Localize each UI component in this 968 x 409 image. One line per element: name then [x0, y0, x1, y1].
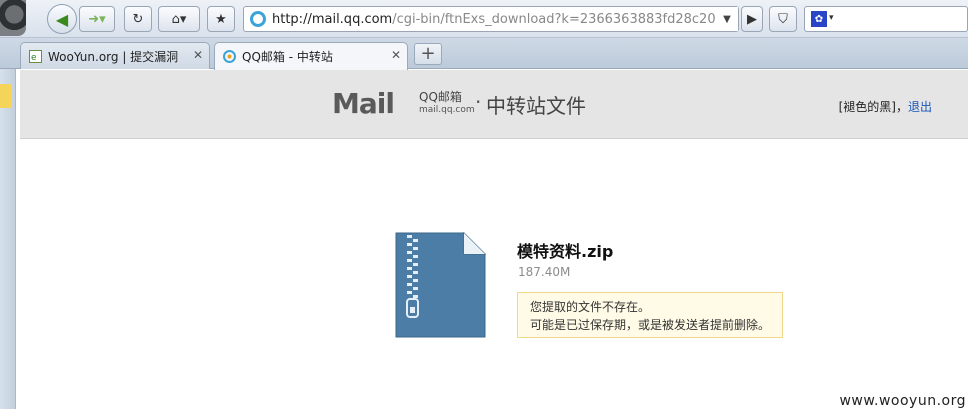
watermark: www.wooyun.org	[839, 393, 966, 409]
page-title: 中转站文件	[486, 94, 586, 118]
logo-brand-name: QQ邮箱	[419, 90, 462, 104]
close-tab-icon[interactable]: ✕	[391, 48, 401, 62]
tab-bar: e WooYun.org | 提交漏洞 ✕ QQ邮箱 - 中转站 ✕	[0, 38, 968, 70]
svg-text:e: e	[31, 53, 37, 63]
bookmark-button[interactable]: ★	[207, 6, 235, 32]
search-engine-dropdown-icon[interactable]: ▾	[829, 13, 834, 23]
user-separator: ，	[895, 100, 908, 114]
baidu-paw-icon: ✿	[811, 11, 827, 27]
tab-wooyun[interactable]: e WooYun.org | 提交漏洞 ✕	[20, 42, 210, 69]
search-input[interactable]: ✿ ▾	[804, 6, 968, 32]
mail-logo: Mail	[332, 87, 395, 120]
star-icon: ★	[215, 11, 227, 27]
file-missing-notice: 您提取的文件不存在。 可能是已过保存期，或是被发送者提前删除。	[517, 292, 783, 338]
chevron-down-icon: ▼	[723, 13, 731, 25]
notice-line-2: 可能是已过保存期，或是被发送者提前删除。	[530, 318, 771, 332]
favorites-star-icon[interactable]	[0, 84, 12, 108]
url-history-dropdown[interactable]: ▼	[716, 7, 738, 31]
reload-icon: ↻	[132, 11, 144, 27]
site-favicon-icon	[250, 11, 266, 27]
go-button[interactable]: ▶	[741, 6, 763, 32]
home-icon: ⌂▾	[171, 11, 187, 27]
new-tab-button[interactable]: +	[414, 43, 442, 65]
address-bar[interactable]: http://mail.qq.com/cgi-bin/ftnExs_downlo…	[243, 6, 739, 32]
notice-line-1: 您提取的文件不存在。	[530, 300, 651, 314]
shield-icon: ⛉	[778, 11, 788, 27]
user-area: [褪色的黑]，退出	[839, 98, 932, 115]
file-name: 模特资料.zip	[517, 242, 614, 261]
page-header: Mail QQ邮箱 mail.qq.com · 中转站文件 [褪色的黑]，退出	[20, 70, 968, 139]
plus-icon: +	[420, 43, 436, 64]
logo-domain: mail.qq.com	[419, 105, 475, 115]
home-button[interactable]: ⌂▾	[158, 6, 200, 32]
username: [褪色的黑]	[838, 100, 896, 114]
logo-separator: ·	[475, 90, 482, 114]
logo-brand: QQ邮箱 mail.qq.com	[419, 91, 475, 117]
url-path: /cgi-bin/ftnExs_download?k=2366363883fd2…	[392, 11, 733, 27]
qqmail-favicon-icon	[223, 50, 236, 63]
logout-link[interactable]: 退出	[908, 100, 932, 114]
tab-label: WooYun.org | 提交漏洞	[48, 49, 179, 64]
url-host: http://mail.qq.com	[272, 11, 393, 27]
reload-button[interactable]: ↻	[124, 6, 152, 32]
tab-label: QQ邮箱 - 中转站	[242, 50, 333, 64]
play-icon: ▶	[747, 11, 757, 27]
browser-toolbar: ◀ ➜▾ ↻ ⌂▾ ★ http://mail.qq.com/cgi-bin/f…	[0, 0, 968, 38]
security-button[interactable]: ⛉	[769, 6, 797, 32]
profile-avatar[interactable]	[0, 0, 26, 36]
file-size: 187.40M	[518, 265, 571, 279]
zip-file-icon	[395, 231, 487, 338]
close-tab-icon[interactable]: ✕	[193, 48, 203, 62]
forward-button[interactable]: ➜▾	[79, 6, 115, 32]
wooyun-favicon-icon: e	[29, 49, 42, 63]
sidebar-strip	[0, 69, 16, 409]
back-button[interactable]: ◀	[47, 4, 77, 34]
arrow-right-icon: ➜▾	[88, 11, 106, 27]
arrow-left-icon: ◀	[55, 9, 69, 29]
tab-qqmail[interactable]: QQ邮箱 - 中转站 ✕	[214, 42, 408, 70]
